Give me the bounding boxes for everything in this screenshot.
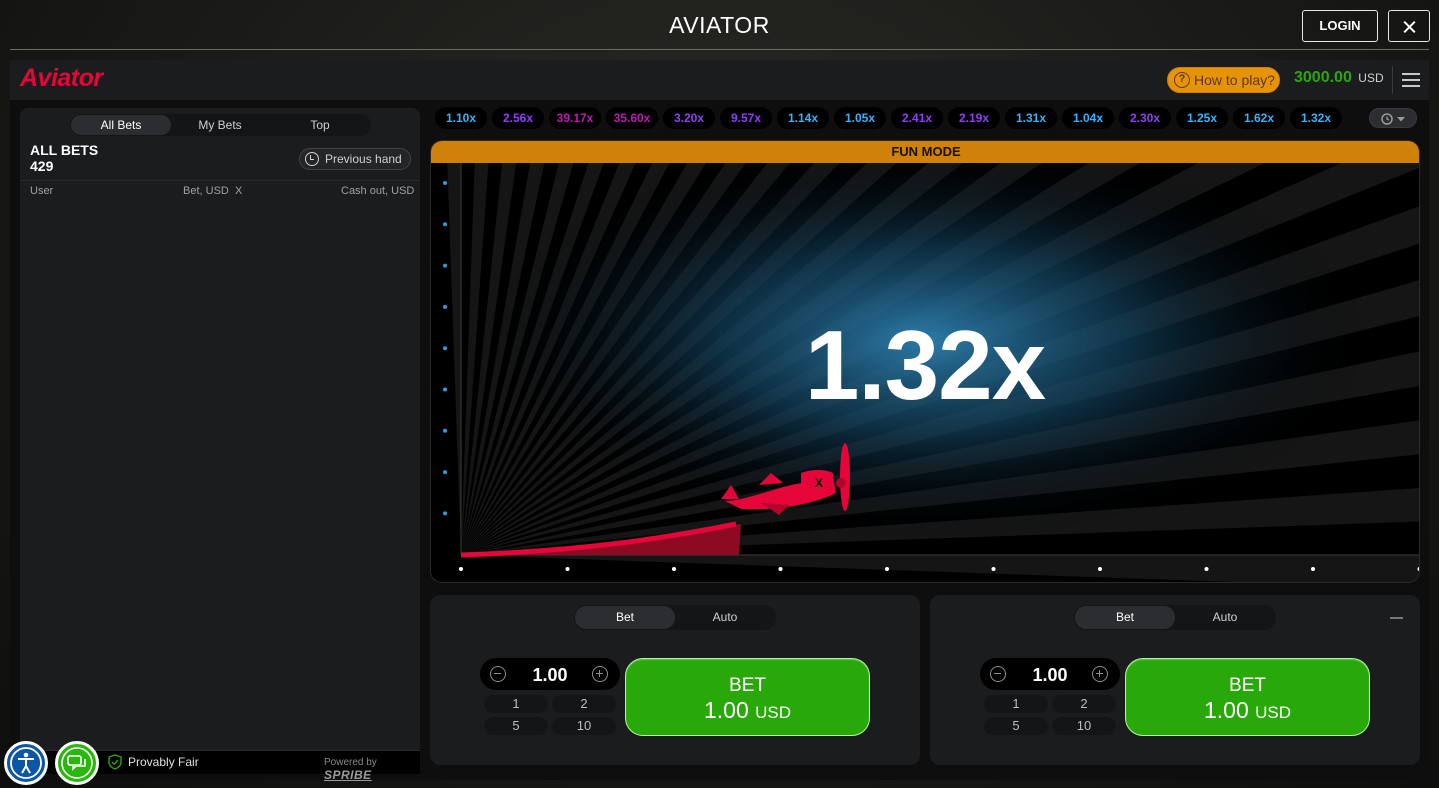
divider [10, 49, 1429, 50]
balance-currency: USD [1358, 71, 1384, 85]
quick-amount-button[interactable]: 10 [1052, 717, 1116, 735]
history-toggle-button[interactable] [1369, 108, 1417, 128]
current-multiplier: 1.32x [804, 310, 1046, 420]
tab-my-bets[interactable]: My Bets [170, 115, 270, 135]
increase-amount-button[interactable] [1092, 666, 1108, 682]
tab-auto[interactable]: Auto [1175, 606, 1275, 629]
tab-top[interactable]: Top [270, 115, 370, 135]
svg-text:X: X [815, 476, 823, 490]
column-bet: Bet, USD [183, 185, 229, 197]
all-bets-label: ALL BETS [30, 142, 99, 158]
game-frame: Aviator ? How to play? 3000.00 USD All B… [10, 60, 1429, 782]
close-icon[interactable] [1388, 10, 1430, 42]
bet-amount-stepper: 1.00 [980, 658, 1120, 690]
chat-icon [61, 747, 93, 779]
history-icon [305, 152, 319, 166]
history-multiplier[interactable]: 1.04x [1062, 107, 1114, 129]
history-multiplier[interactable]: 1.32x [1290, 107, 1342, 129]
history-multiplier[interactable]: 35.60x [606, 107, 658, 129]
powered-by-label: Powered by [324, 757, 377, 768]
history-multiplier[interactable]: 1.05x [834, 107, 886, 129]
all-bets-count: 429 [30, 158, 54, 174]
tab-bet[interactable]: Bet [575, 606, 675, 629]
tab-all-bets[interactable]: All Bets [71, 115, 171, 135]
history-multiplier[interactable]: 2.30x [1119, 107, 1171, 129]
tab-bet[interactable]: Bet [1075, 606, 1175, 629]
bet-mode-tabs: Bet Auto [1074, 605, 1276, 630]
quick-amount-button[interactable]: 2 [1052, 695, 1116, 713]
column-user: User [30, 185, 54, 197]
bet-button-amount: 1.00 [703, 697, 749, 723]
fun-mode-banner: FUN MODE [431, 141, 1419, 163]
game-header: Aviator ? How to play? 3000.00 USD [10, 60, 1429, 100]
quick-amount-button[interactable]: 5 [984, 717, 1048, 735]
quick-amount-button[interactable]: 2 [552, 695, 616, 713]
history-multiplier[interactable]: 1.25x [1176, 107, 1228, 129]
bet-button-title: BET [729, 675, 766, 696]
chat-button[interactable] [55, 741, 99, 785]
quick-amount-button[interactable]: 1 [484, 695, 548, 713]
tab-auto[interactable]: Auto [675, 606, 775, 629]
previous-hand-button[interactable]: Previous hand [299, 148, 411, 170]
bet-mode-tabs: Bet Auto [574, 605, 776, 630]
history-multiplier[interactable]: 1.10x [435, 107, 487, 129]
accessibility-icon [10, 747, 42, 779]
help-icon: ? [1174, 72, 1190, 88]
accessibility-button[interactable] [4, 741, 48, 785]
divider [20, 180, 420, 181]
quick-amount-button[interactable]: 5 [484, 717, 548, 735]
bet-button[interactable]: BET 1.00 USD [1125, 658, 1370, 736]
aviator-logo: Aviator [20, 64, 103, 92]
bet-panel-2: Bet Auto 1.00 1 2 5 10 BET 1.00 USD [930, 595, 1420, 765]
how-to-play-button[interactable]: ? How to play? [1167, 67, 1280, 93]
bet-button-currency: USD [755, 703, 792, 722]
balance: 3000.00 USD [1294, 69, 1384, 87]
bet-button-currency: USD [1255, 703, 1292, 722]
previous-hand-label: Previous hand [325, 152, 402, 166]
history-multiplier[interactable]: 1.31x [1005, 107, 1057, 129]
bet-button-title: BET [1229, 675, 1266, 696]
all-bets-header: ALL BETS 429 [30, 142, 98, 174]
divider [1392, 66, 1393, 94]
how-to-play-label: How to play? [1194, 72, 1275, 88]
history-multiplier[interactable]: 39.17x [549, 107, 601, 129]
bet-button-amount-line: 1.00 USD [1126, 697, 1369, 726]
login-button[interactable]: LOGIN [1302, 10, 1378, 42]
bet-button-amount-line: 1.00 USD [626, 697, 869, 726]
remove-panel-icon[interactable] [1390, 617, 1403, 619]
history-multiplier[interactable]: 2.19x [948, 107, 1000, 129]
history-multiplier[interactable]: 3.20x [663, 107, 715, 129]
shield-icon [108, 754, 122, 770]
page-title: AVIATOR [669, 12, 770, 38]
history-multiplier[interactable]: 2.56x [492, 107, 544, 129]
column-cashout: Cash out, USD [341, 185, 415, 197]
quick-amount-button[interactable]: 10 [552, 717, 616, 735]
spribe-logo: SPRIBE [324, 768, 372, 782]
bet-panel-1: Bet Auto 1.00 1 2 5 10 BET 1.00 USD [430, 595, 920, 765]
bet-button-amount: 1.00 [1203, 697, 1249, 723]
game-stage: X FUN MODE 1.32x [430, 140, 1420, 583]
column-x: X [235, 185, 243, 197]
history-multiplier[interactable]: 2.41x [891, 107, 943, 129]
top-bar: AVIATOR LOGIN [0, 0, 1439, 50]
increase-amount-button[interactable] [592, 666, 608, 682]
history-multiplier[interactable]: 1.62x [1233, 107, 1285, 129]
bet-button[interactable]: BET 1.00 USD [625, 658, 870, 736]
provably-fair-link[interactable]: Provably Fair [128, 755, 199, 769]
menu-icon[interactable] [1402, 73, 1420, 87]
quick-amount-button[interactable]: 1 [984, 695, 1048, 713]
bets-tabs: All Bets My Bets Top [70, 114, 371, 136]
bet-amount-stepper: 1.00 [480, 658, 620, 690]
bets-panel: All Bets My Bets Top ALL BETS 429 Previo… [20, 108, 420, 774]
balance-amount: 3000.00 [1294, 69, 1352, 86]
history-multiplier[interactable]: 9.57x [720, 107, 772, 129]
powered-by: Powered by SPRIBE [324, 757, 420, 782]
history-multiplier[interactable]: 1.14x [777, 107, 829, 129]
history-icon [1381, 113, 1405, 125]
